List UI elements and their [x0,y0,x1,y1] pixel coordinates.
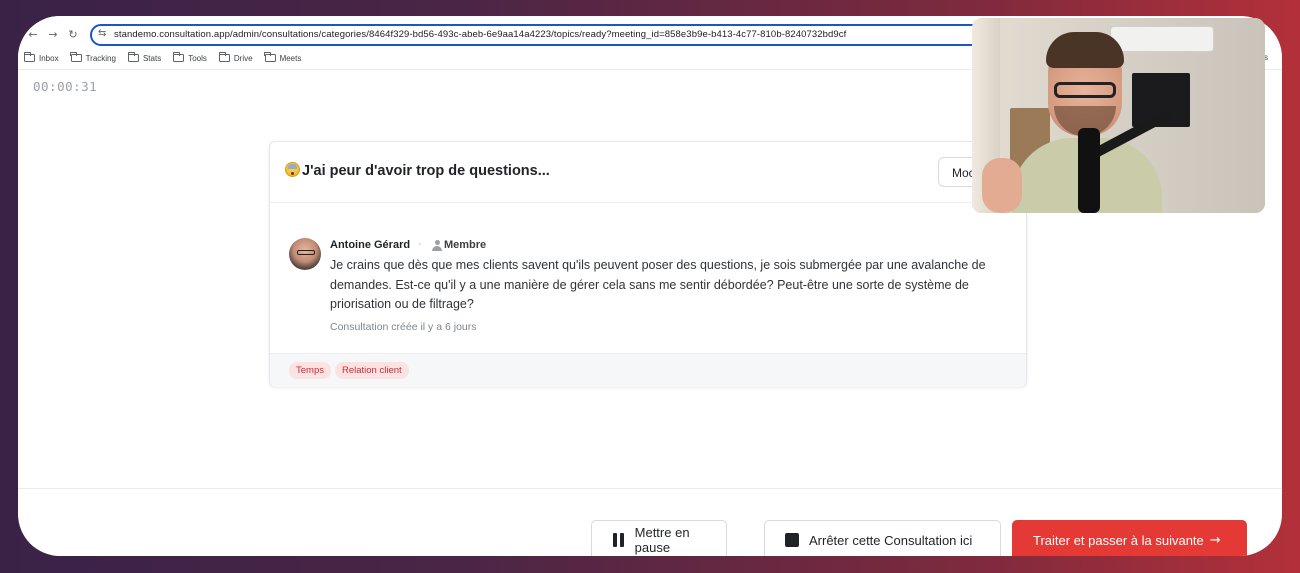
consultation-title: J'ai peur d'avoir trop de questions... [302,163,550,179]
card-footer: Temps Relation client [270,353,1026,387]
bookmark-tools[interactable]: Tools [172,51,207,65]
folder-icon [23,52,35,62]
bookmark-stats[interactable]: Stats [127,51,161,65]
separator-dot: · [418,238,422,250]
stop-consultation-button[interactable]: Arrêter cette Consultation ici [764,520,1001,556]
fearful-face-emoji-icon [285,162,300,177]
pause-icon [612,533,625,547]
folder-icon [264,52,276,62]
tag-list: Temps Relation client [289,362,409,379]
bookmark-tracking[interactable]: Tracking [70,51,116,65]
card-header: J'ai peur d'avoir trop de questions... M… [270,142,1026,203]
author-role: Membre [444,239,487,251]
url-text[interactable]: standemo.consultation.app/admin/consulta… [114,29,846,40]
folder-icon [70,52,82,62]
user-icon [432,240,442,251]
consultation-card: J'ai peur d'avoir trop de questions... M… [269,141,1027,387]
author-avatar [289,238,321,270]
author-name: Antoine Gérard [330,239,411,251]
pause-button[interactable]: Mettre en pause [591,520,727,556]
bookmark-inbox[interactable]: Inbox [23,51,59,65]
arrow-right-icon: → [1209,532,1221,548]
folder-icon [127,52,139,62]
consultation-message: Je crains que dès que mes clients savent… [330,258,986,311]
forward-arrow-icon[interactable]: → [46,28,60,42]
process-next-button[interactable]: Traiter et passer à la suivante → [1012,520,1247,556]
session-timer: 00:00:31 [33,79,98,94]
address-bar[interactable]: ⇆ standemo.consultation.app/admin/consul… [90,24,990,46]
webcam-overlay [972,18,1265,213]
bookmark-drive[interactable]: Drive [218,51,253,65]
site-settings-icon[interactable]: ⇆ [98,28,106,39]
tag-temps[interactable]: Temps [289,362,331,379]
tag-relation-client[interactable]: Relation client [334,362,409,379]
bookmarks-bar: Inbox Tracking Stats Tools Drive Meets [23,51,301,65]
bookmark-meets[interactable]: Meets [264,51,301,65]
microphone-icon [1078,128,1100,213]
folder-icon [218,52,230,62]
created-timestamp: Consultation créée il y a 6 jours [330,321,477,333]
back-arrow-icon[interactable]: ← [26,28,40,42]
reload-icon[interactable]: ↻ [66,28,80,42]
stop-icon [785,533,799,547]
footer-divider [18,488,1282,489]
folder-icon [172,52,185,62]
